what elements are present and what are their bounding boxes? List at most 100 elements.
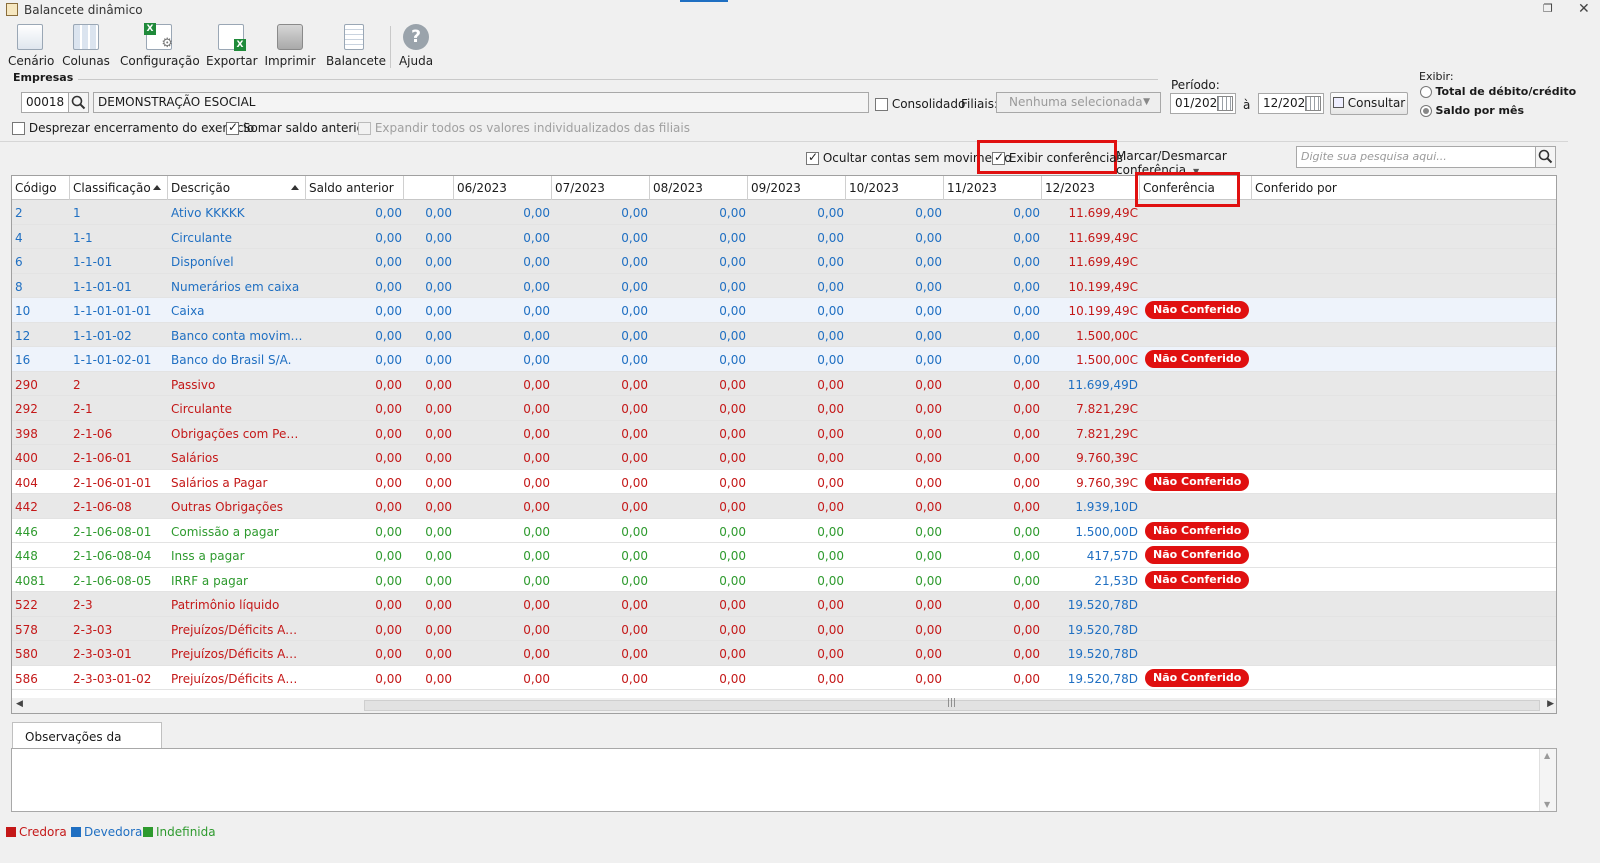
cell-value: 0,00 [719, 353, 746, 367]
cell-value: 0,00 [425, 328, 452, 343]
cell-saldo-12-2023: 7.821,29C [1076, 426, 1138, 441]
nao-conferido-badge[interactable]: Não Conferido [1145, 570, 1250, 589]
table-row[interactable]: 404 2-1-06-01-01 Salários a Pagar 0,00 0,00 0… [12, 469, 1556, 494]
desprezar-option[interactable]: Desprezar encerramento do exercício [12, 121, 254, 135]
table-row[interactable]: 16 1-1-01-02-01 Banco do Brasil S/A. 0,00 0,… [12, 347, 1556, 372]
table-row[interactable]: 448 2-1-06-08-04 Inss a pagar 0,00 0,00 0,00 0… [12, 543, 1556, 568]
nao-conferido-badge[interactable]: Não Conferido [1145, 472, 1250, 491]
table-row[interactable]: 12 1-1-01-02 Banco conta movimento 0,00 0,00… [12, 322, 1556, 347]
table-row[interactable]: 4081 2-1-06-08-05 IRRF a pagar 0,00 0,00 0,00… [12, 567, 1556, 592]
cell-value: 0,00 [523, 524, 550, 539]
table-row[interactable]: 10 1-1-01-01-01 Caixa 0,00 0,00 0,00 0,00 0,00 0… [12, 298, 1556, 323]
table-row[interactable]: 8 1-1-01-01 Numerários em caixa 0,00 0,00 0,0… [12, 273, 1556, 298]
cenario-button[interactable]: Cenário [8, 24, 54, 70]
col-m10[interactable]: 10/2023 [846, 176, 944, 200]
desprezar-label: Desprezar encerramento do exercício [28, 121, 255, 135]
scroll-up-icon[interactable]: ▲ [1544, 751, 1550, 760]
nao-conferido-badge[interactable]: Não Conferido [1145, 521, 1250, 540]
cell-value: 0,00 [425, 353, 452, 367]
observacoes-textarea[interactable]: ▲ ▼ [11, 748, 1557, 812]
cell-codigo: 290 [15, 377, 38, 392]
horizontal-scrollbar[interactable]: ◀ ||| ▶ [12, 698, 1556, 713]
balancete-button[interactable]: Balancete [326, 24, 386, 70]
table-row[interactable]: 398 2-1-06 Obrigações com Pessoal 0,00 0,00 0… [12, 420, 1556, 445]
col-blank[interactable] [404, 176, 454, 200]
table-row[interactable]: 446 2-1-06-08-01 Comissão a pagar 0,00 0,00 0… [12, 518, 1556, 543]
exibir-saldo-option[interactable]: Saldo por mês [1420, 104, 1524, 117]
desprezar-checkbox[interactable] [12, 122, 25, 135]
table-row[interactable]: 522 2-3 Patrimônio líquido 0,00 0,00 0,00 0,00… [12, 592, 1556, 617]
cell-codigo: 578 [15, 622, 38, 637]
table-row[interactable]: 4 1-1 Circulante 0,00 0,00 0,00 0,00 0,00 0,00 0,… [12, 224, 1556, 249]
nao-conferido-badge[interactable]: Não Conferido [1145, 546, 1250, 564]
balancete-grid[interactable]: Código Classificação Descrição Saldo ant… [11, 175, 1557, 714]
cell-value: 0,00 [375, 671, 402, 686]
calendar-icon[interactable] [1217, 96, 1233, 111]
cell-value: 0,00 [523, 671, 550, 686]
nao-conferido-badge[interactable]: Não Conferido [1145, 350, 1250, 368]
table-row[interactable]: 586 2-3-03-01-02 Prejuízos/Déficits Apurad… [12, 665, 1556, 690]
table-row[interactable]: 292 2-1 Circulante 0,00 0,00 0,00 0,00 0,00 0,00… [12, 396, 1556, 421]
period-to-input[interactable]: 12/2023 [1258, 93, 1324, 114]
somar-checkbox[interactable] [226, 120, 239, 135]
table-row[interactable]: 442 2-1-06-08 Outras Obrigações 0,00 0,00 0,0… [12, 494, 1556, 519]
scroll-left-icon[interactable]: ◀ [16, 699, 23, 709]
col-conferido-por[interactable]: Conferido por [1252, 176, 1556, 200]
consolidado-checkbox-group[interactable]: Consolidado [875, 97, 965, 111]
col-classificacao[interactable]: Classificação [70, 176, 168, 200]
search-button[interactable] [1535, 146, 1556, 168]
table-row[interactable]: 290 2 Passivo 0,00 0,00 0,00 0,00 0,00 0,00 0,00 0… [12, 371, 1556, 396]
exibir-conferencias-option[interactable]: Exibir conferências [992, 150, 1123, 165]
colunas-button[interactable]: Colunas [62, 24, 110, 70]
col-m12[interactable]: 12/2023 [1042, 176, 1140, 200]
cell-value: 0,00 [915, 255, 942, 269]
scroll-thumb[interactable]: ||| [364, 698, 1540, 711]
col-descricao[interactable]: Descrição [168, 176, 306, 200]
period-from-input[interactable]: 01/2023 [1170, 93, 1236, 114]
filiais-select[interactable]: Nenhuma selecionada ▼ [996, 92, 1161, 113]
table-row[interactable]: 400 2-1-06-01 Salários 0,00 0,00 0,00 0,00 0,00… [12, 445, 1556, 470]
configuracao-button[interactable]: X ⚙ Configuração [120, 23, 200, 70]
nao-conferido-badge[interactable]: Não Conferido [1145, 668, 1250, 687]
somar-option[interactable]: Somar saldo anterior [226, 120, 369, 135]
cell-value: 0,00 [621, 549, 648, 563]
table-row[interactable]: 6 1-1-01 Disponível 0,00 0,00 0,00 0,00 0,00 0,0… [12, 249, 1556, 274]
period-separator: à [1243, 98, 1251, 112]
close-icon[interactable]: ✕ [1578, 1, 1590, 17]
ocultar-checkbox[interactable] [806, 150, 819, 165]
col-m11[interactable]: 11/2023 [944, 176, 1042, 200]
exportar-button[interactable]: X Exportar [206, 24, 258, 70]
table-row[interactable]: 580 2-3-03-01 Prejuízos/Déficits Acumulado… [12, 641, 1556, 666]
col-m08[interactable]: 08/2023 [650, 176, 748, 200]
scroll-down-icon[interactable]: ▼ [1544, 800, 1550, 809]
exibir-total-option[interactable]: Total de débito/crédito [1420, 85, 1576, 98]
notes-vertical-scrollbar[interactable]: ▲ ▼ [1539, 749, 1556, 811]
nao-conferido-badge[interactable]: Não Conferido [1145, 301, 1250, 319]
col-codigo[interactable]: Código [12, 176, 70, 200]
col-m07[interactable]: 07/2023 [552, 176, 650, 200]
saldo-radio[interactable] [1420, 105, 1432, 117]
tab-observacoes[interactable]: Observações da empresa [12, 722, 162, 758]
marcar-dropdown[interactable]: Marcar/Desmarcar conferência ▼ [1116, 149, 1288, 177]
search-input[interactable]: Digite sua pesquisa aqui... [1296, 146, 1536, 168]
table-row[interactable]: 578 2-3-03 Prejuízos/Déficits Acumulados 0,… [12, 616, 1556, 641]
col-saldo-anterior[interactable]: Saldo anterior [306, 176, 404, 200]
cell-value: 0,00 [719, 377, 746, 392]
exibir-conferencias-checkbox[interactable] [992, 150, 1005, 165]
restore-icon[interactable]: ❐ [1543, 3, 1557, 15]
table-row[interactable]: 2 1 Ativo KKKKK 0,00 0,00 0,00 0,00 0,00 0,00 0,0… [12, 200, 1556, 225]
col-m06[interactable]: 06/2023 [454, 176, 552, 200]
imprimir-button[interactable]: Imprimir [264, 24, 316, 70]
col-m09[interactable]: 09/2023 [748, 176, 846, 200]
company-search-button[interactable] [68, 92, 89, 113]
scroll-right-icon[interactable]: ▶ [1547, 699, 1554, 709]
calendar-icon[interactable] [1305, 96, 1321, 111]
consultar-button[interactable]: Consultar [1330, 92, 1408, 115]
total-radio[interactable] [1420, 86, 1432, 98]
company-code-input[interactable]: 00018 [21, 92, 69, 113]
cell-value: 0,00 [621, 475, 648, 490]
ajuda-button[interactable]: ? Ajuda [398, 24, 434, 70]
cell-classificacao: 2-1-06-01-01 [73, 475, 152, 490]
consolidado-checkbox[interactable] [875, 98, 888, 111]
somar-label: Somar saldo anterior [242, 121, 369, 135]
